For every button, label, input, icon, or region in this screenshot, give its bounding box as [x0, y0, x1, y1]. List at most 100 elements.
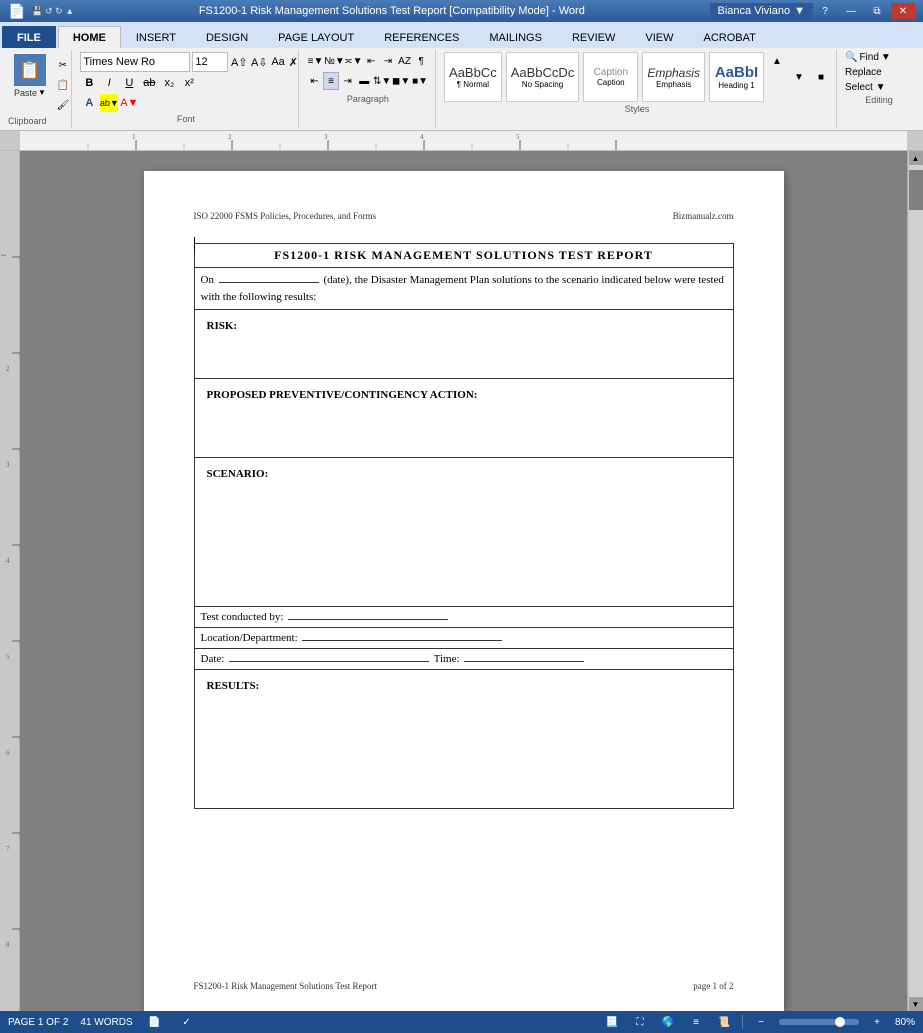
scroll-thumb[interactable]	[909, 170, 923, 210]
italic-button[interactable]: I	[100, 74, 118, 92]
web-layout-button[interactable]: 🌎	[658, 1013, 678, 1031]
scroll-up-button[interactable]: ▲	[909, 151, 923, 165]
cut-button[interactable]: ✂	[54, 56, 72, 74]
risk-content[interactable]	[201, 334, 727, 374]
replace-button[interactable]: Replace	[845, 67, 913, 78]
shading-button[interactable]: ◼▼	[392, 72, 410, 90]
test-conducted-field[interactable]	[288, 619, 448, 620]
minimize-button[interactable]: —	[839, 3, 863, 19]
location-cell[interactable]: Location/Department:	[194, 628, 733, 649]
superscript-button[interactable]: x²	[180, 74, 198, 92]
style-caption[interactable]: Caption Caption	[583, 52, 638, 102]
test-conducted-cell[interactable]: Test conducted by:	[194, 607, 733, 628]
increase-indent-button[interactable]: ⇥	[380, 52, 396, 70]
font-name-input[interactable]: Times New Ro	[80, 52, 190, 72]
style-no-spacing-label: No Spacing	[522, 80, 563, 89]
sort-button[interactable]: AZ	[397, 52, 413, 70]
font-shrink-button[interactable]: A⇩	[250, 53, 268, 71]
proposed-content[interactable]	[201, 403, 727, 453]
style-default[interactable]: AaBbCc ¶ Normal	[444, 52, 502, 102]
scroll-down-button[interactable]: ▼	[909, 997, 923, 1011]
highlight-button[interactable]: ab▼	[100, 94, 118, 112]
scroll-track[interactable]	[909, 165, 923, 997]
copy-button[interactable]: 📋	[54, 76, 72, 94]
tab-home[interactable]: HOME	[58, 26, 121, 48]
spelling-icon[interactable]: ✓	[177, 1013, 197, 1031]
find-dropdown[interactable]: ▼	[881, 52, 891, 63]
zoom-out-button[interactable]: −	[751, 1013, 771, 1031]
tab-mailings[interactable]: MAILINGS	[474, 26, 557, 48]
underline-button[interactable]: U	[120, 74, 138, 92]
user-chevron[interactable]: ▼	[794, 5, 805, 17]
scenario-cell[interactable]: SCENARIO:	[194, 458, 733, 607]
find-button[interactable]: 🔍 Find ▼	[845, 52, 913, 63]
format-painter-button[interactable]: 🖌	[54, 96, 72, 114]
borders-button[interactable]: ■▼	[411, 72, 429, 90]
styles-expand[interactable]: ■	[812, 68, 830, 86]
close-button[interactable]: ✕	[891, 3, 915, 19]
results-cell[interactable]: RESULTS:	[194, 670, 733, 809]
svg-text:6: 6	[6, 749, 10, 757]
change-case-button[interactable]: Aa	[270, 53, 285, 71]
text-cursor	[194, 237, 195, 251]
style-no-spacing[interactable]: AaBbCcDc No Spacing	[506, 52, 580, 102]
show-formatting-button[interactable]: ¶	[413, 52, 429, 70]
styles-scroll-up[interactable]: ▲	[768, 52, 786, 70]
bullets-button[interactable]: ≡▼	[307, 52, 325, 70]
location-field[interactable]	[302, 640, 502, 641]
time-field[interactable]	[464, 661, 584, 662]
tab-acrobat[interactable]: ACROBAT	[688, 26, 770, 48]
numbering-button[interactable]: №▼	[325, 52, 343, 70]
date-time-cell[interactable]: Date: Time:	[194, 649, 733, 670]
paste-dropdown[interactable]: ▼	[38, 88, 46, 97]
text-effects-button[interactable]: A	[80, 94, 98, 112]
scenario-content[interactable]	[201, 482, 727, 602]
zoom-in-button[interactable]: +	[867, 1013, 887, 1031]
full-screen-button[interactable]: ⛶	[630, 1013, 650, 1031]
proposed-cell[interactable]: PROPOSED PREVENTIVE/CONTINGENCY ACTION:	[194, 379, 733, 458]
multilevel-button[interactable]: ≍▼	[344, 52, 362, 70]
line-spacing-button[interactable]: ⇅▼	[373, 72, 391, 90]
draft-button[interactable]: 📜	[714, 1013, 734, 1031]
decrease-indent-button[interactable]: ⇤	[363, 52, 379, 70]
title-cell[interactable]: FS1200-1 RISK MANAGEMENT SOLUTIONS TEST …	[194, 244, 733, 268]
tab-design[interactable]: DESIGN	[191, 26, 263, 48]
outline-button[interactable]: ≡	[686, 1013, 706, 1031]
font-size-input[interactable]: 12	[192, 52, 228, 72]
zoom-thumb[interactable]	[835, 1017, 845, 1027]
cursor-area[interactable]	[194, 237, 734, 243]
restore-button[interactable]: ⧉	[865, 3, 889, 19]
clear-format-button[interactable]: ✗	[288, 53, 299, 71]
track-changes-icon[interactable]: 📄	[145, 1013, 165, 1031]
intro-cell[interactable]: On (date), the Disaster Management Plan …	[194, 268, 733, 310]
tab-page-layout[interactable]: PAGE LAYOUT	[263, 26, 369, 48]
zoom-slider[interactable]	[779, 1019, 859, 1025]
tab-references[interactable]: REFERENCES	[369, 26, 474, 48]
tab-insert[interactable]: INSERT	[121, 26, 191, 48]
tab-review[interactable]: REVIEW	[557, 26, 630, 48]
subscript-button[interactable]: x₂	[160, 74, 178, 92]
date-entry-field[interactable]	[229, 661, 429, 662]
zoom-level: 80%	[895, 1017, 915, 1028]
align-left-button[interactable]: ⇤	[307, 72, 323, 90]
justify-button[interactable]: ▬	[357, 72, 373, 90]
results-content[interactable]	[201, 694, 727, 804]
font-grow-button[interactable]: A⇧	[230, 53, 248, 71]
select-button[interactable]: Select ▼	[845, 82, 913, 93]
print-layout-button[interactable]: 📃	[602, 1013, 622, 1031]
tab-file[interactable]: FILE	[2, 26, 56, 48]
quick-access: 💾 ↺ ↻ ▲	[31, 6, 74, 17]
style-emphasis[interactable]: Emphasis Emphasis	[642, 52, 705, 102]
align-center-button[interactable]: ≡	[323, 72, 339, 90]
font-color-button[interactable]: A▼	[120, 94, 138, 112]
strikethrough-button[interactable]: ab	[140, 74, 158, 92]
tab-view[interactable]: VIEW	[630, 26, 688, 48]
style-heading1[interactable]: AaBbI Heading 1	[709, 52, 764, 102]
paste-button[interactable]: 📋 Paste ▼	[8, 52, 52, 114]
styles-scroll-down[interactable]: ▼	[790, 68, 808, 86]
align-right-button[interactable]: ⇥	[340, 72, 356, 90]
help-button[interactable]: ?	[813, 3, 837, 19]
risk-cell[interactable]: RISK:	[194, 310, 733, 379]
date-field[interactable]	[219, 282, 319, 283]
bold-button[interactable]: B	[80, 74, 98, 92]
